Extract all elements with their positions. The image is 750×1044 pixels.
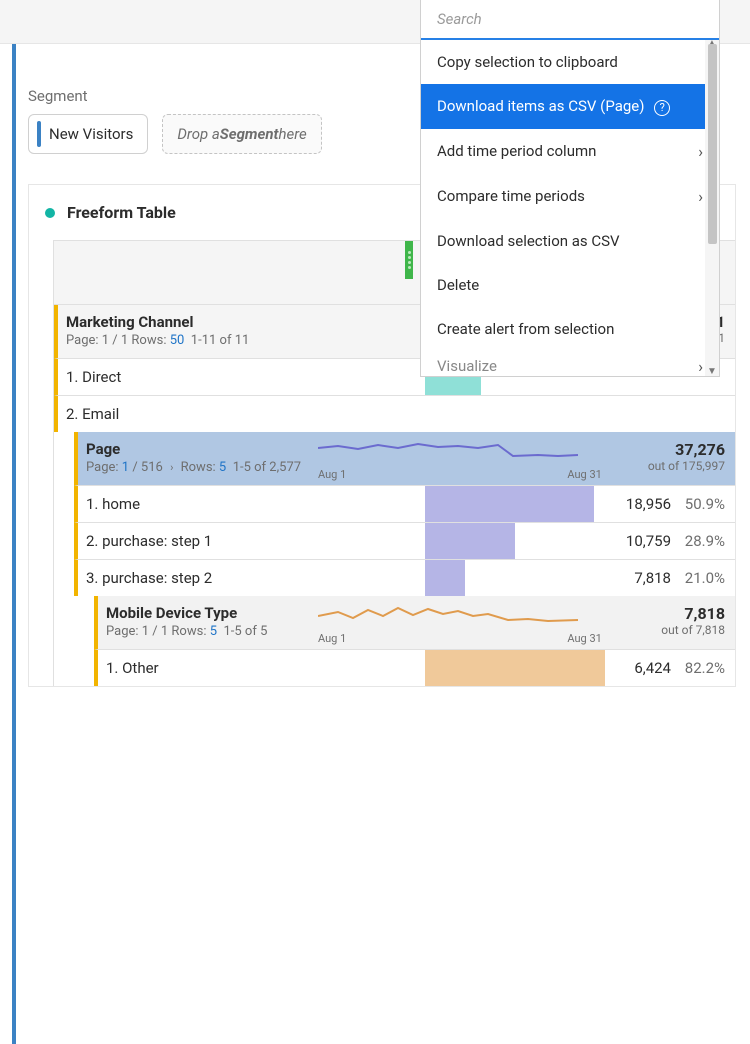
menu-item-label: Download selection as CSV: [437, 232, 620, 250]
table-row[interactable]: 1. Other 6,424 82.2%: [94, 650, 735, 686]
menu-item-label: Copy selection to clipboard: [437, 53, 618, 71]
menu-item-download-csv-page[interactable]: Download items as CSV (Page) ?: [421, 84, 719, 129]
row-label: 2. Email: [58, 397, 425, 431]
context-menu: Search Copy selection to clipboard Downl…: [420, 0, 720, 377]
menu-scrollbar[interactable]: ▲ ▼: [705, 40, 719, 376]
rows-selector[interactable]: 5: [210, 624, 217, 639]
rows-selector[interactable]: 5: [219, 460, 226, 475]
rows-label: Rows:: [181, 460, 216, 475]
menu-item-label: Compare time periods: [437, 187, 585, 205]
row-label: 1. Direct: [58, 360, 425, 394]
panel-type-dot-icon: [45, 208, 55, 218]
row-range: 1-11 of 11: [191, 333, 250, 348]
bar-lilac: [425, 486, 594, 522]
table-row[interactable]: 1. home 18,956 50.9%: [74, 486, 735, 523]
dimension-outof: out of 7,818: [612, 623, 725, 637]
segment-drop-suffix: here: [278, 125, 306, 143]
dimension-total: 7,818: [612, 604, 725, 623]
panel-title[interactable]: Freeform Table: [67, 203, 176, 222]
row-label: 1. home: [78, 487, 425, 521]
spark-end-label: Aug 31: [567, 632, 601, 645]
row-percent: 50.9%: [675, 495, 735, 513]
spark-start-label: Aug 1: [318, 632, 346, 645]
sparkline-page: [318, 438, 578, 470]
segment-dropzone[interactable]: Drop a Segment here: [162, 114, 321, 154]
row-value: 10,759: [605, 532, 675, 550]
row-range: 1-5 of 2,577: [233, 460, 301, 475]
table-row[interactable]: 2. Email: [54, 396, 735, 432]
spark-end-label: Aug 31: [567, 468, 601, 481]
menu-item-delete[interactable]: Delete: [421, 263, 719, 307]
segment-section-label: Segment: [28, 87, 88, 105]
page-link[interactable]: 1: [122, 460, 129, 475]
row-value: 18,956: [605, 495, 675, 513]
scroll-thumb[interactable]: [708, 44, 717, 244]
menu-item-copy-selection[interactable]: Copy selection to clipboard: [421, 40, 719, 84]
segment-chip-label: New Visitors: [49, 125, 133, 143]
menu-item-create-alert[interactable]: Create alert from selection: [421, 307, 719, 351]
row-value: 7,818: [605, 569, 675, 587]
row-label: 1. Other: [98, 651, 425, 685]
scroll-down-icon[interactable]: ▼: [707, 366, 717, 376]
dimension-header-device[interactable]: Mobile Device Type Page: 1 / 1 Rows: 5 1…: [94, 596, 735, 650]
menu-item-label: Delete: [437, 276, 479, 294]
menu-item-add-time-column[interactable]: Add time period column ›: [421, 129, 719, 174]
segment-drop-bold: Segment: [220, 125, 279, 143]
page-total: / 516: [132, 460, 163, 475]
row-percent: 82.2%: [675, 659, 735, 677]
menu-item-label: Create alert from selection: [437, 320, 614, 338]
bar-lilac: [425, 560, 465, 596]
menu-item-download-selection-csv[interactable]: Download selection as CSV: [421, 219, 719, 263]
row-range: 1-5 of 5: [223, 624, 267, 639]
dimension-header-page[interactable]: Page Page: 1 / 516 › Rows: 5 1-5 of 2,57…: [74, 432, 735, 486]
segment-drop-prefix: Drop a: [177, 125, 219, 143]
pager-text: Page: 1 / 1 Rows:: [106, 624, 206, 639]
row-percent: 28.9%: [675, 532, 735, 550]
menu-item-label: Download items as CSV (Page): [437, 97, 644, 115]
dimension-name: Page: [86, 440, 310, 458]
pager-prefix: Page:: [86, 460, 119, 475]
panel-accent-rail: [12, 44, 16, 1044]
dimension-outof: out of 175,997: [612, 459, 725, 473]
rows-selector[interactable]: 50: [170, 333, 185, 348]
menu-item-label: Add time period column: [437, 142, 596, 160]
help-icon[interactable]: ?: [654, 100, 670, 116]
row-percent: 21.0%: [675, 569, 735, 587]
row-value: 6,424: [605, 659, 675, 677]
sparkline-device: [318, 602, 578, 634]
segment-chip-new-visitors[interactable]: New Visitors: [28, 114, 148, 154]
chevron-right-icon[interactable]: ›: [170, 461, 173, 474]
dimension-total: 37,276: [612, 440, 725, 459]
segment-accent: [37, 121, 41, 147]
table-row[interactable]: 3. purchase: step 2 7,818 21.0%: [74, 560, 735, 596]
menu-item-visualize[interactable]: Visualize ›: [421, 351, 719, 376]
dimension-name: Mobile Device Type: [106, 604, 310, 622]
chevron-right-icon: ›: [698, 357, 703, 376]
chevron-right-icon: ›: [698, 142, 703, 161]
menu-item-compare-time[interactable]: Compare time periods ›: [421, 174, 719, 219]
bar-orange: [425, 650, 605, 686]
bar-lilac: [425, 523, 515, 559]
menu-item-label: Visualize: [437, 357, 497, 375]
column-drag-handle[interactable]: [405, 241, 413, 279]
row-label: 3. purchase: step 2: [78, 561, 425, 595]
row-label: 2. purchase: step 1: [78, 524, 425, 558]
chevron-right-icon: ›: [698, 187, 703, 206]
spark-start-label: Aug 1: [318, 468, 346, 481]
menu-search-input[interactable]: Search: [421, 0, 719, 40]
pager-text: Page: 1 / 1 Rows:: [66, 333, 166, 348]
table-row[interactable]: 2. purchase: step 1 10,759 28.9%: [74, 523, 735, 560]
